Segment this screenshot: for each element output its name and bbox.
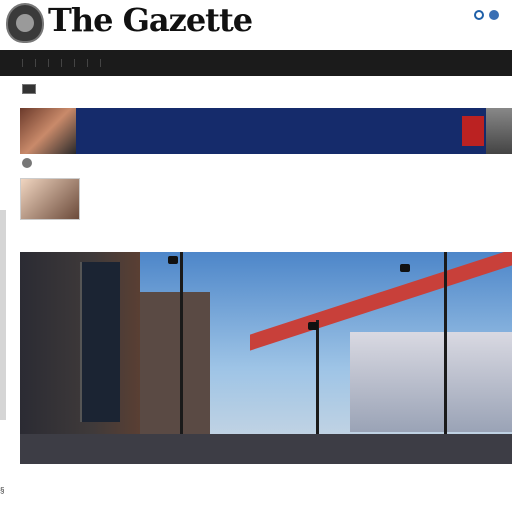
photo-road <box>20 434 512 464</box>
footer-strip: § <box>0 468 512 512</box>
lamp-head <box>400 264 410 272</box>
nav-item[interactable] <box>92 59 101 67</box>
author-photo <box>20 178 80 220</box>
street-lamp <box>316 320 319 440</box>
subnav <box>22 80 52 98</box>
nav-item[interactable] <box>40 59 49 67</box>
lamp-head <box>308 322 318 330</box>
avatar <box>22 158 32 168</box>
nav-item[interactable] <box>53 59 62 67</box>
promo-banner[interactable] <box>20 108 512 154</box>
street-lamp <box>444 252 447 440</box>
nav-item[interactable] <box>14 59 23 67</box>
photo-structure <box>350 332 512 432</box>
photo-window <box>80 262 120 422</box>
banner-ad-image <box>462 116 484 146</box>
lamp-head <box>168 256 178 264</box>
banner-photo <box>486 108 512 154</box>
emblem-icon[interactable] <box>6 3 44 43</box>
street-lamp <box>180 252 183 440</box>
site-header: The Gazette <box>0 0 512 48</box>
main-nav <box>0 50 512 76</box>
scrollbar[interactable] <box>0 210 6 420</box>
header-tools <box>474 10 504 20</box>
article-teaser <box>20 178 512 222</box>
media-icon[interactable] <box>22 84 36 94</box>
byline <box>22 158 36 168</box>
nav-item[interactable] <box>79 59 88 67</box>
nav-item[interactable] <box>27 59 36 67</box>
nav-item[interactable] <box>66 59 75 67</box>
user-icon[interactable] <box>489 10 499 20</box>
footer-mark-icon: § <box>0 486 5 495</box>
site-logo[interactable]: The Gazette <box>48 0 253 40</box>
search-icon[interactable] <box>474 10 484 20</box>
hero-photo[interactable] <box>20 252 512 464</box>
photo-building <box>140 292 210 442</box>
banner-thumbnail <box>20 108 76 154</box>
